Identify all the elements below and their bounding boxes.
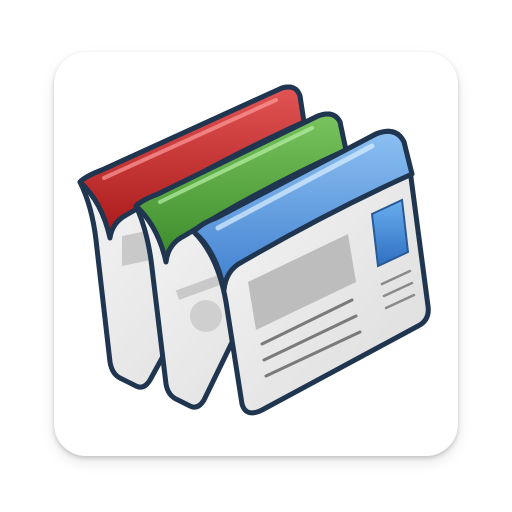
- app-icon-stage: [0, 0, 512, 512]
- website-pages-app-icon: [77, 84, 431, 416]
